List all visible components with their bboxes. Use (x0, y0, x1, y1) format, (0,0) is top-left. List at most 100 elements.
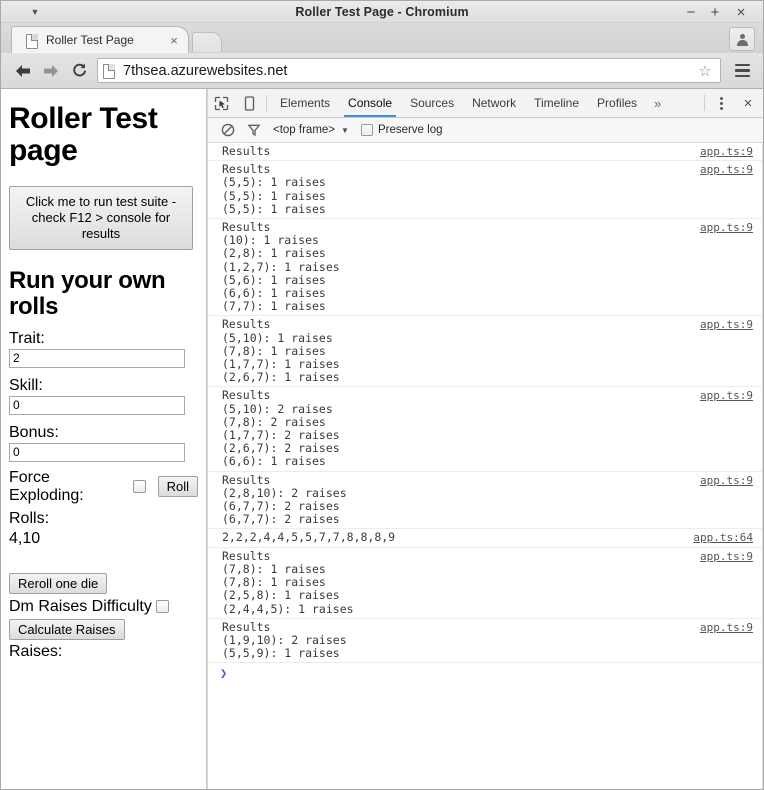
page-icon (26, 33, 39, 49)
console-message[interactable]: 2,2,2,4,4,5,5,7,7,8,8,8,9 app.ts:64 (208, 529, 762, 548)
roll-button[interactable]: Roll (157, 476, 198, 498)
title-bar: ▼ Roller Test Page - Chromium − + × (1, 1, 763, 23)
devtools-toolbar: Elements Console Sources Network Timelin… (208, 89, 763, 118)
preserve-log-toggle[interactable]: Preserve log (360, 124, 443, 136)
window-minimize-button[interactable]: − (681, 2, 701, 22)
console-message[interactable]: Results (2,8,10): 2 raises (6,7,7): 2 rais… (208, 472, 762, 530)
dm-raises-difficulty-checkbox[interactable] (155, 600, 169, 614)
console-message[interactable]: Results (1,9,10): 2 raises (5,5,9): 1 rais… (208, 619, 762, 664)
force-exploding-checkbox[interactable] (132, 480, 146, 494)
console-message-line: (5,5,9): 1 raises (222, 646, 340, 661)
console-message-line: (2,4,4,5): 1 raises (222, 601, 354, 616)
window-maximize-button[interactable]: + (705, 2, 725, 22)
tab-timeline[interactable]: Timeline (525, 89, 588, 117)
devtools-toolbar-right: × (700, 89, 763, 117)
hamburger-menu-icon[interactable] (729, 58, 755, 84)
console-message-source-link[interactable]: app.ts:9 (700, 318, 753, 331)
window-close-button[interactable]: × (731, 2, 751, 22)
console-message-line: (2,6,7): 1 raises (222, 370, 340, 385)
console-message-line: (6,6): 1 raises (222, 454, 326, 469)
browser-tab[interactable]: Roller Test Page × (11, 26, 189, 53)
console-message-source-link[interactable]: app.ts:9 (700, 221, 753, 234)
chevron-down-icon: ▼ (341, 125, 349, 135)
frame-selector[interactable]: <top frame> ▼ (273, 124, 349, 136)
console-message[interactable]: Results (5,10): 1 raises (7,8): 1 raises (1… (208, 316, 762, 388)
browser-tab-label: Roller Test Page (46, 33, 134, 47)
console-prompt[interactable]: ❯ (208, 663, 762, 682)
rolls-label: Rolls: (9, 509, 50, 527)
console-message-source-link[interactable]: app.ts:9 (700, 389, 753, 402)
more-tabs-icon[interactable]: » (646, 89, 669, 117)
trait-label: Trait: (9, 329, 45, 347)
console-message-line: (5,5): 1 raises (222, 201, 326, 216)
arrow-left-icon (16, 64, 30, 77)
reload-button[interactable] (65, 57, 93, 85)
person-icon (736, 33, 748, 46)
console-message-source-link[interactable]: app.ts:9 (700, 145, 753, 158)
console-message-line: (5,10): 1 raises (222, 330, 333, 345)
web-page-pane: Roller Test page Click me to run test su… (1, 89, 207, 789)
console-message-source-link[interactable]: app.ts:9 (700, 474, 753, 487)
inspect-cursor-icon[interactable] (208, 89, 235, 117)
clear-console-icon[interactable] (215, 123, 241, 137)
toolbar-divider-right (704, 95, 705, 111)
console-output[interactable]: Results app.ts:9 Results (5,5): 1 raises (5,… (208, 143, 763, 789)
reroll-one-die-button[interactable]: Reroll one die (9, 572, 108, 594)
console-message-line: Results (222, 144, 271, 158)
toolbar-divider (266, 95, 267, 111)
console-message-line: Results (222, 388, 271, 403)
address-bar[interactable]: 7thsea.azurewebsites.net ☆ (97, 58, 721, 83)
page-icon (103, 63, 116, 79)
console-message-line: (5,10): 2 raises (222, 401, 333, 416)
console-message-line: Results (222, 548, 271, 563)
console-message[interactable]: Results (10): 1 raises (2,8): 1 raises (1,2… (208, 219, 762, 317)
skill-input[interactable] (9, 395, 185, 415)
bookmark-star-icon[interactable]: ☆ (694, 62, 716, 80)
bonus-input[interactable] (9, 442, 185, 462)
forward-button[interactable] (37, 57, 65, 85)
preserve-log-label: Preserve log (377, 124, 443, 136)
more-options-icon[interactable] (709, 89, 733, 117)
console-prompt-caret-icon: ❯ (220, 666, 228, 681)
console-message-source-link[interactable]: app.ts:9 (700, 621, 753, 634)
window-menu-caret-icon[interactable]: ▼ (27, 1, 43, 23)
force-exploding-row: Force Exploding: Roll (9, 469, 198, 505)
back-button[interactable] (9, 57, 37, 85)
filter-funnel-icon[interactable] (241, 123, 267, 137)
tab-sources[interactable]: Sources (401, 89, 463, 117)
console-message-line: (5,5): 1 raises (222, 175, 326, 190)
console-filter-bar: <top frame> ▼ Preserve log (208, 118, 763, 143)
arrow-right-icon (44, 64, 58, 77)
run-test-suite-button[interactable]: Click me to run test suite - check F12 >… (9, 185, 193, 250)
tab-profiles[interactable]: Profiles (588, 89, 646, 117)
force-exploding-label: Force Exploding: (9, 468, 84, 504)
console-message-source-link[interactable]: app.ts:64 (693, 531, 753, 544)
tab-close-icon[interactable]: × (166, 34, 182, 47)
console-message-source-link[interactable]: app.ts:9 (700, 163, 753, 176)
calculate-raises-button[interactable]: Calculate Raises (9, 618, 125, 640)
devtools-pane: Elements Console Sources Network Timelin… (207, 89, 763, 789)
console-message[interactable]: Results app.ts:9 (208, 143, 762, 162)
console-message[interactable]: Results (5,5): 1 raises (5,5): 1 raises (5,… (208, 161, 762, 220)
tab-network[interactable]: Network (463, 89, 525, 117)
tab-strip: Roller Test Page × (1, 23, 763, 53)
console-message-line: (7,7): 1 raises (222, 299, 326, 314)
console-message-line: (2,8): 1 raises (222, 246, 326, 261)
new-tab-button[interactable] (192, 32, 222, 52)
tab-console[interactable]: Console (339, 89, 401, 117)
console-message-line: (5,5): 1 raises (222, 188, 326, 203)
preserve-log-checkbox[interactable] (360, 124, 373, 136)
console-message[interactable]: Results (7,8): 1 raises (7,8): 1 raises (2,… (208, 548, 762, 619)
trait-input[interactable] (9, 348, 185, 368)
profile-button[interactable] (729, 27, 755, 51)
tab-elements[interactable]: Elements (271, 89, 339, 117)
reload-icon (72, 63, 86, 77)
devtools-close-button[interactable]: × (733, 89, 763, 117)
page-subtitle: Run your own rolls (9, 266, 166, 321)
content-area: Roller Test page Click me to run test su… (1, 89, 763, 789)
console-message[interactable]: Results (5,10): 2 raises (7,8): 2 raises (1… (208, 387, 762, 472)
rolls-value: 4,10 (9, 529, 41, 547)
device-toolbar-icon[interactable] (235, 89, 262, 117)
bonus-label: Bonus: (9, 423, 59, 441)
console-message-source-link[interactable]: app.ts:9 (700, 550, 753, 563)
